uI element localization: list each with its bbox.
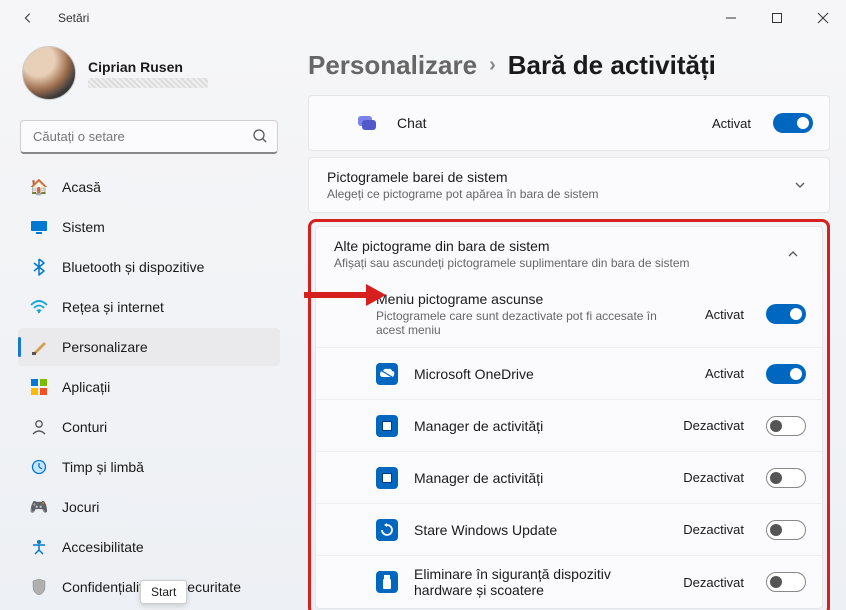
breadcrumb-parent[interactable]: Personalizare <box>308 50 477 81</box>
chat-icon <box>353 113 381 133</box>
usb-icon <box>376 571 398 593</box>
onedrive-toggle[interactable] <box>766 364 806 384</box>
window-title: Setări <box>58 11 89 25</box>
nav-network[interactable]: Rețea și internet <box>18 288 280 326</box>
gamepad-icon: 🎮 <box>30 498 48 516</box>
nav-gaming[interactable]: 🎮Jocuri <box>18 488 280 526</box>
person-icon <box>30 418 48 436</box>
hidden-menu-row: Meniu pictograme ascunse Pictogramele ca… <box>316 281 822 347</box>
chat-toggle[interactable] <box>773 113 813 133</box>
chat-row[interactable]: Chat Activat <box>309 96 829 150</box>
taskmgr-icon <box>376 467 398 489</box>
onedrive-icon <box>376 363 398 385</box>
update-icon <box>376 519 398 541</box>
user-email-redacted <box>88 78 208 88</box>
nav-accounts[interactable]: Conturi <box>18 408 280 446</box>
back-button[interactable] <box>16 6 40 30</box>
chevron-down-icon <box>793 178 813 192</box>
app-row-taskmgr-1: Manager de activități Dezactivat <box>316 399 822 451</box>
nav-list: 🏠Acasă Sistem Bluetooth și dispozitive R… <box>18 168 280 610</box>
clock-icon <box>30 458 48 476</box>
maximize-button[interactable] <box>754 0 800 36</box>
app-row-eject: Eliminare în siguranță dispozitiv hardwa… <box>316 555 822 608</box>
hidden-menu-toggle[interactable] <box>766 304 806 324</box>
breadcrumb-current: Bară de activități <box>508 50 716 81</box>
nav-home[interactable]: 🏠Acasă <box>18 168 280 206</box>
nav-apps[interactable]: Aplicații <box>18 368 280 406</box>
chevron-right-icon: › <box>489 54 496 77</box>
taskmgr-icon <box>376 415 398 437</box>
chevron-up-icon <box>786 247 806 261</box>
apps-icon <box>30 378 48 396</box>
close-button[interactable] <box>800 0 846 36</box>
nav-bluetooth[interactable]: Bluetooth și dispozitive <box>18 248 280 286</box>
shield-icon <box>30 578 48 596</box>
user-profile[interactable]: Ciprian Rusen <box>18 40 280 112</box>
wifi-icon <box>30 298 48 316</box>
highlight-box: Alte pictograme din bara de sistem Afișa… <box>308 219 830 610</box>
avatar <box>22 46 76 100</box>
app-row-onedrive: Microsoft OneDrive Activat <box>316 347 822 399</box>
start-tooltip: Start <box>140 580 187 604</box>
other-icons-expander[interactable]: Alte pictograme din bara de sistem Afișa… <box>316 227 822 281</box>
system-icon <box>30 218 48 236</box>
eject-toggle[interactable] <box>766 572 806 592</box>
nav-personalization[interactable]: Personalizare <box>18 328 280 366</box>
accessibility-icon <box>30 538 48 556</box>
search-icon <box>252 128 268 144</box>
taskmgr-toggle-1[interactable] <box>766 416 806 436</box>
search-input[interactable] <box>20 120 278 154</box>
brush-icon <box>30 338 48 356</box>
nav-system[interactable]: Sistem <box>18 208 280 246</box>
minimize-button[interactable] <box>708 0 754 36</box>
breadcrumb: Personalizare › Bară de activități <box>308 50 830 81</box>
home-icon: 🏠 <box>30 178 48 196</box>
update-toggle[interactable] <box>766 520 806 540</box>
bluetooth-icon <box>30 258 48 276</box>
nav-time-language[interactable]: Timp și limbă <box>18 448 280 486</box>
app-row-taskmgr-2: Manager de activități Dezactivat <box>316 451 822 503</box>
systray-expander[interactable]: Pictogramele barei de sistem Alegeți ce … <box>309 158 829 212</box>
app-row-update: Stare Windows Update Dezactivat <box>316 503 822 555</box>
user-name: Ciprian Rusen <box>88 59 208 75</box>
nav-accessibility[interactable]: Accesibilitate <box>18 528 280 566</box>
taskmgr-toggle-2[interactable] <box>766 468 806 488</box>
